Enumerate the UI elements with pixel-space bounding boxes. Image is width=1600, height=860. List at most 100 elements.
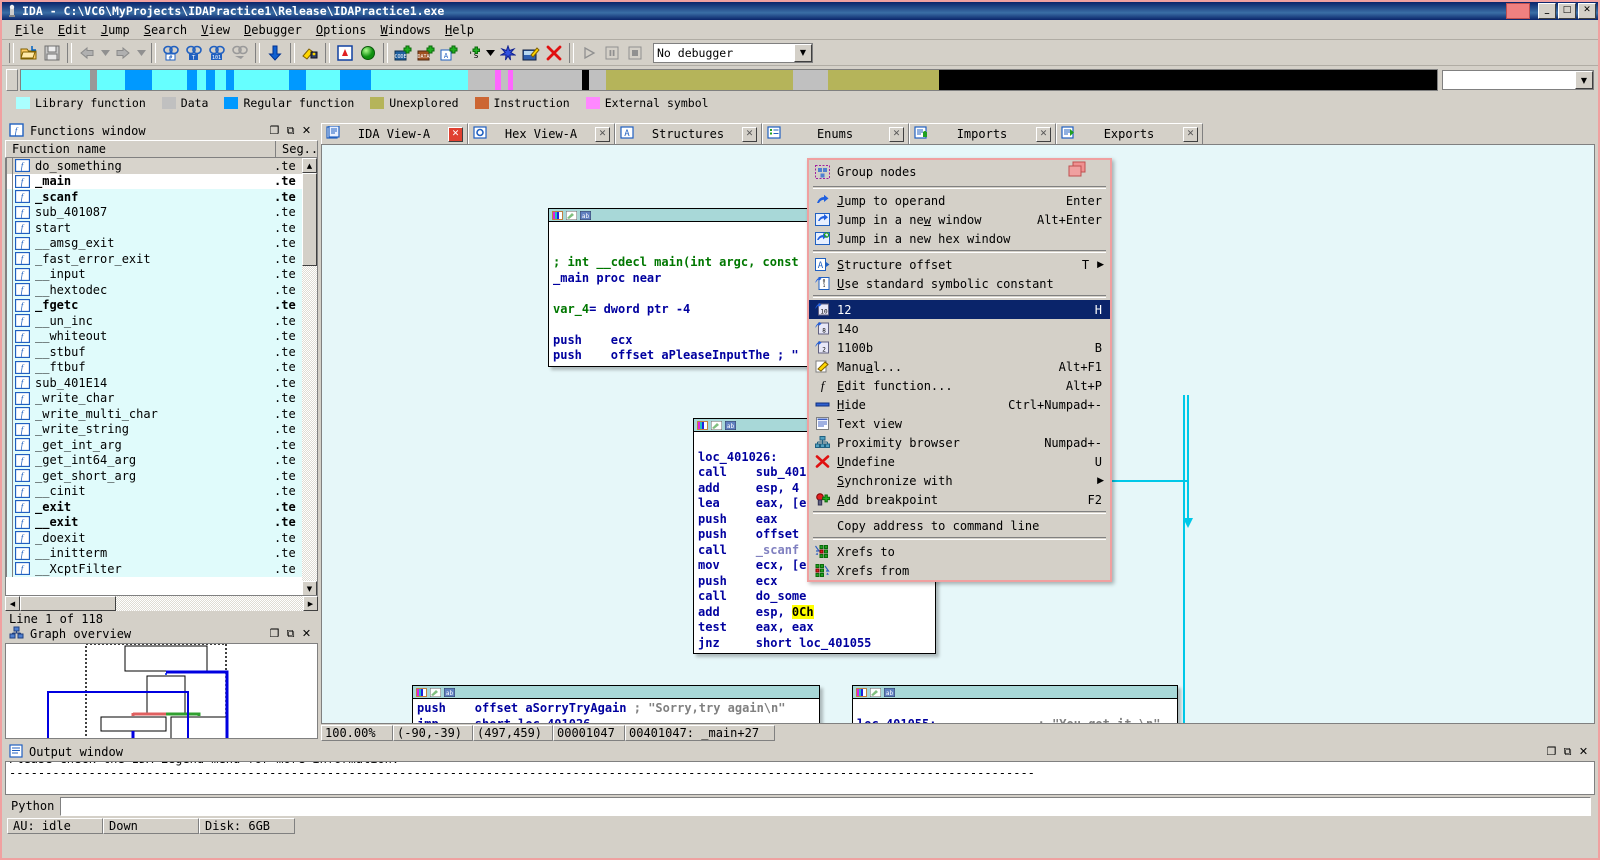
menu-search[interactable]: Search <box>137 22 194 38</box>
menu-edit[interactable]: Edit <box>51 22 94 38</box>
menu-help[interactable]: Help <box>438 22 481 38</box>
menu-item-synchronize-with[interactable]: Synchronize with ▶ <box>809 471 1110 490</box>
graph-node-main-entry[interactable]: ab ; int __cdecl main(int argc, const _m… <box>548 208 835 367</box>
struct-dropdown-icon[interactable] <box>484 42 496 63</box>
output-log[interactable]: Please check the IDA Legend menu for mor… <box>5 761 1595 795</box>
column-header-function-name[interactable]: Function name <box>6 141 276 157</box>
table-row[interactable]: f _get_int_arg .te <box>6 437 302 453</box>
graph-green-icon[interactable] <box>357 42 379 63</box>
menu-item-group-nodes[interactable]: Group nodes <box>809 160 1110 184</box>
menu-item-jump-to-operand[interactable]: Jump to operand Enter <box>809 191 1110 210</box>
navigator-scale-handle[interactable] <box>6 69 18 91</box>
chevron-down-icon[interactable]: ▼ <box>1575 71 1593 89</box>
table-row[interactable]: f _doexit .te <box>6 530 302 546</box>
table-row[interactable]: f do_something .te <box>6 158 302 174</box>
menu-view[interactable]: View <box>194 22 237 38</box>
table-row[interactable]: f sub_401087 .te <box>6 204 302 220</box>
graph-node-loc-401055[interactable]: ab loc_401055: ; "You got it.\n" push of… <box>852 685 1178 723</box>
scroll-thumb[interactable] <box>302 173 317 266</box>
table-row[interactable]: f __initterm .te <box>6 545 302 561</box>
menu-jump[interactable]: Jump <box>94 22 137 38</box>
highlight-icon[interactable] <box>299 42 321 63</box>
chevron-down-icon[interactable]: ▼ <box>794 43 812 62</box>
search-again-icon[interactable] <box>229 42 251 63</box>
menu-item-add-breakpoint[interactable]: Add breakpoint F2 <box>809 490 1110 509</box>
undefine-icon[interactable] <box>543 42 565 63</box>
table-row[interactable]: f __stbuf .te <box>6 344 302 360</box>
menu-debugger[interactable]: Debugger <box>237 22 309 38</box>
functions-list[interactable]: f do_something .te f _main .te f _scanf .te f sub_… <box>5 158 318 596</box>
stop-icon[interactable] <box>624 42 646 63</box>
graph-overview-canvas[interactable] <box>5 643 318 739</box>
table-row[interactable]: f _exit .te <box>6 499 302 515</box>
table-row[interactable]: f _write_multi_char .te <box>6 406 302 422</box>
forward-dropdown-icon[interactable] <box>135 42 147 63</box>
table-row[interactable]: f _write_string .te <box>6 421 302 437</box>
column-header-segment[interactable]: Seg... <box>276 141 325 157</box>
functions-list-hscrollbar[interactable]: ◀ ▶ <box>5 596 318 611</box>
navigator-band[interactable] <box>20 69 1438 91</box>
graph-node-sorry-try-again[interactable]: ab push offset aSorryTryAgain ; "Sorry,t… <box>412 685 820 723</box>
table-row[interactable]: f __amsg_exit .te <box>6 235 302 251</box>
table-row[interactable]: f _write_char .te <box>6 390 302 406</box>
scroll-right-button[interactable]: ▶ <box>303 596 318 611</box>
table-row[interactable]: f __un_inc .te <box>6 313 302 329</box>
run-icon[interactable] <box>578 42 600 63</box>
output-maximize-button[interactable]: ⧉ <box>1561 745 1574 759</box>
node-header[interactable]: ab <box>549 209 834 222</box>
menu-item-xrefs-from[interactable]: Xrefs from <box>809 561 1110 580</box>
node-header[interactable]: ab <box>853 686 1177 699</box>
overview-close-button[interactable]: ✕ <box>300 627 313 641</box>
functions-list-vscrollbar[interactable]: ▲ ▼ <box>302 158 317 595</box>
table-row[interactable]: f start .te <box>6 220 302 236</box>
table-row[interactable]: f sub_401E14 .te <box>6 375 302 391</box>
menu-item-12[interactable]: 10 12 H <box>809 300 1110 319</box>
make-struct-icon[interactable]: 's' <box>461 42 483 63</box>
tab-exports[interactable]: Exports ✕ <box>1056 123 1203 144</box>
menu-item-hide[interactable]: Hide Ctrl+Numpad+- <box>809 395 1110 414</box>
menu-file[interactable]: File <box>8 22 51 38</box>
tab-close-icon[interactable]: ✕ <box>889 126 904 142</box>
node-header[interactable]: ab <box>413 686 819 699</box>
menu-item-structure-offset[interactable]: A Structure offset T ▶ <box>809 255 1110 274</box>
table-row[interactable]: f __exit .te <box>6 514 302 530</box>
tab-ida-view-a[interactable]: IDA View-A ✕ <box>321 123 468 144</box>
open-file-icon[interactable] <box>18 42 40 63</box>
table-row[interactable]: f _fgetc .te <box>6 297 302 313</box>
menu-item-undefine[interactable]: Undefine U <box>809 452 1110 471</box>
tab-close-icon[interactable]: ✕ <box>742 126 757 142</box>
menu-item-text-view[interactable]: Text view <box>809 414 1110 433</box>
maximize-button[interactable]: □ <box>1558 3 1576 19</box>
edit-function-icon[interactable] <box>520 42 542 63</box>
menu-item-14o[interactable]: 8 14o <box>809 319 1110 338</box>
menu-windows[interactable]: Windows <box>373 22 438 38</box>
forward-arrow-icon[interactable] <box>112 42 134 63</box>
scroll-left-button[interactable]: ◀ <box>5 596 20 611</box>
output-close-button[interactable]: ✕ <box>1577 745 1590 759</box>
scroll-down-button[interactable]: ▼ <box>302 581 317 595</box>
menu-item-edit-function[interactable]: f Edit function... Alt+P <box>809 376 1110 395</box>
search-hash-icon[interactable]: # <box>160 42 182 63</box>
graph-context-menu[interactable]: Group nodes Jump to operand Enter Jump in a… <box>807 158 1112 582</box>
text-view-icon[interactable] <box>334 42 356 63</box>
pause-icon[interactable] <box>601 42 623 63</box>
search-text-icon[interactable]: T <box>183 42 205 63</box>
menu-item-1100b[interactable]: 2 1100b B <box>809 338 1110 357</box>
tab-close-icon[interactable]: ✕ <box>1036 126 1051 142</box>
table-row[interactable]: f _main .te <box>6 173 302 189</box>
minimize-button[interactable]: _ <box>1538 3 1556 19</box>
table-row[interactable]: f _get_short_arg .te <box>6 468 302 484</box>
menu-item-jump-in-a-new-window[interactable]: Jump in a new window Alt+Enter <box>809 210 1110 229</box>
functions-maximize-button[interactable]: ⧉ <box>284 124 297 138</box>
menu-item-use-standard-symbolic-constant[interactable]: 0 1 Use standard symbolic constant <box>809 274 1110 293</box>
tab-imports[interactable]: Imports ✕ <box>909 123 1056 144</box>
search-binary-icon[interactable]: 101 <box>206 42 228 63</box>
tab-enums[interactable]: Enums ✕ <box>762 123 909 144</box>
tab-close-icon[interactable]: ✕ <box>448 126 463 142</box>
table-row[interactable]: f _get_int64_arg .te <box>6 452 302 468</box>
make-array-icon[interactable] <box>497 42 519 63</box>
overview-maximize-button[interactable]: ⧉ <box>284 627 297 641</box>
table-row[interactable]: f __XcptFilter .te <box>6 561 302 577</box>
jump-down-icon[interactable] <box>264 42 286 63</box>
tab-close-icon[interactable]: ✕ <box>1183 126 1198 142</box>
